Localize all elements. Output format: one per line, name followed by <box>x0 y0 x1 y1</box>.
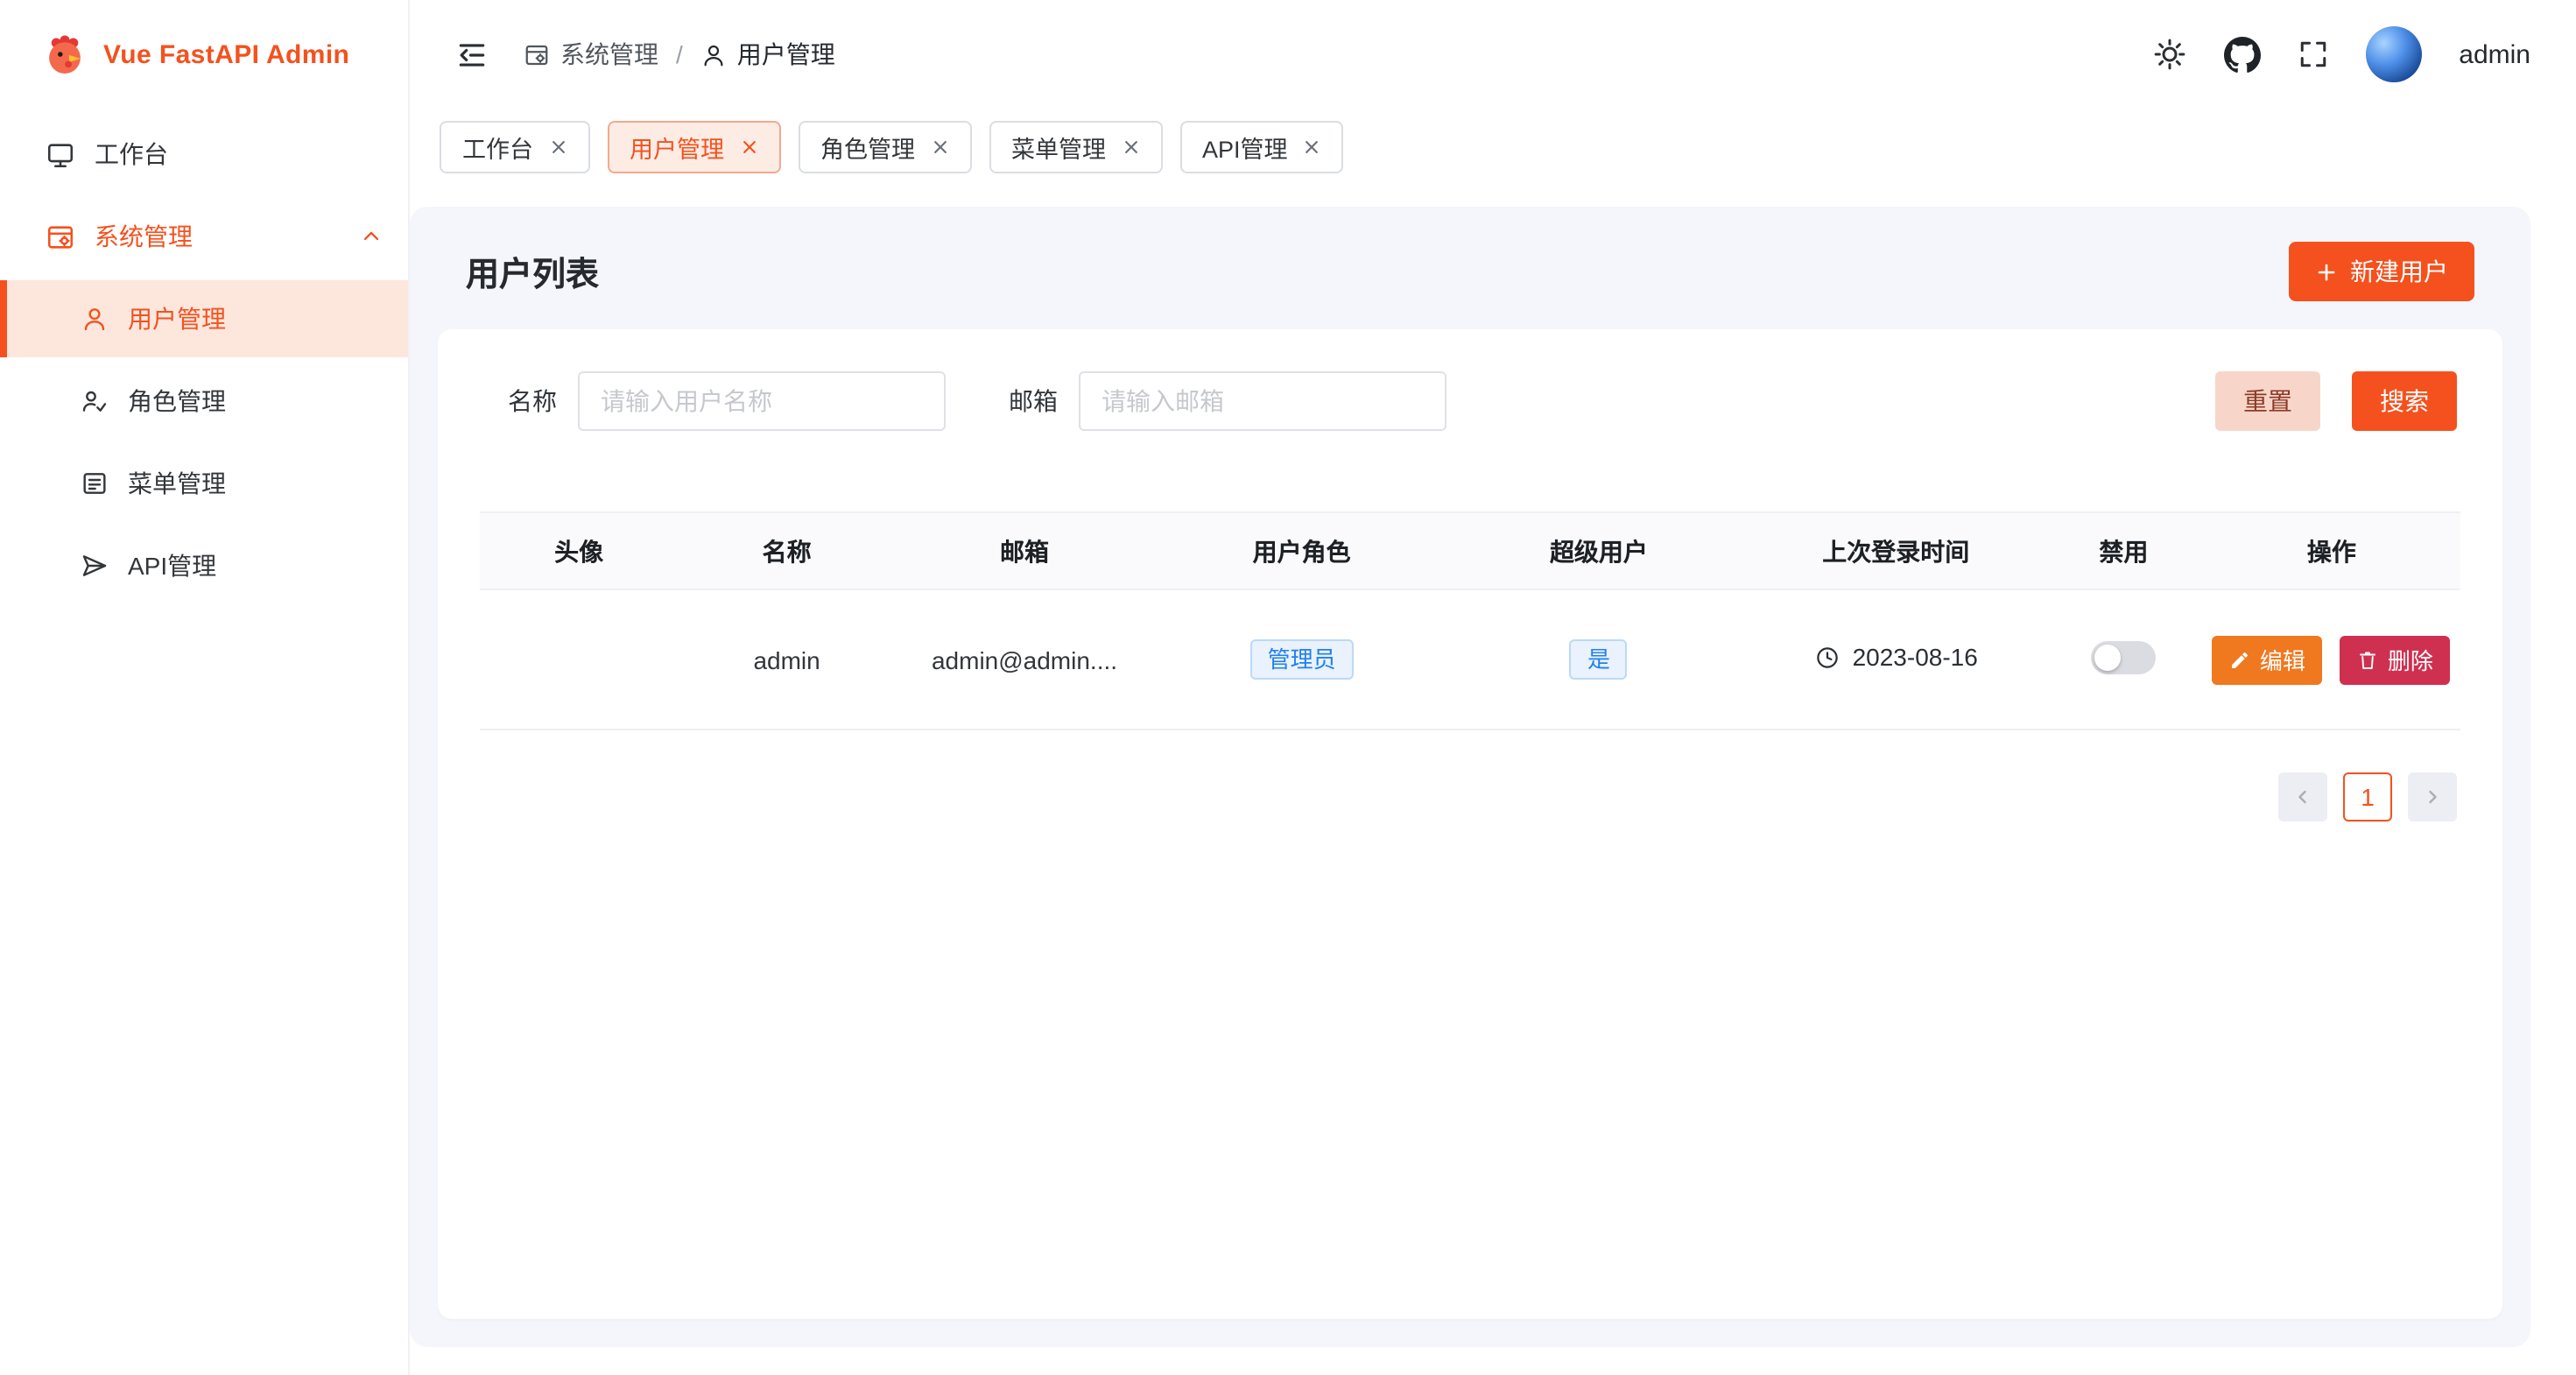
sidebar-item-menus[interactable]: 菜单管理 <box>0 445 408 522</box>
clock-icon <box>1814 645 1841 671</box>
tab-api[interactable]: API管理 <box>1179 121 1344 173</box>
sidebar-item-system[interactable]: 系统管理 <box>0 198 408 275</box>
sidebar-item-label: 工作台 <box>95 137 168 172</box>
user-avatar[interactable] <box>2366 26 2422 82</box>
breadcrumb-item-users[interactable]: 用户管理 <box>700 37 835 72</box>
email-filter-label: 邮箱 <box>1009 384 1058 419</box>
close-icon[interactable] <box>1304 138 1321 156</box>
col-header-actions: 操作 <box>2203 512 2460 589</box>
sidebar-item-api[interactable]: API管理 <box>0 527 408 604</box>
trash-icon <box>2358 649 2379 670</box>
tab-workbench[interactable]: 工作台 <box>440 121 589 173</box>
github-icon[interactable] <box>2224 36 2261 73</box>
superuser-tag: 是 <box>1570 639 1628 680</box>
pagination: 1 <box>480 772 2460 821</box>
content-panel: 用户列表 新建用户 名称 邮箱 重置 搜索 <box>410 207 2530 1347</box>
tab-roles[interactable]: 角色管理 <box>798 121 971 173</box>
col-header-disabled: 禁用 <box>2045 512 2203 589</box>
col-header-name: 名称 <box>678 512 896 589</box>
sidebar: Vue FastAPI Admin 工作台 系统管理 <box>0 0 410 1375</box>
chevron-right-icon <box>2422 786 2443 807</box>
name-filter-input[interactable] <box>578 371 946 431</box>
tabs-bar: 工作台 用户管理 角色管理 菜单管理 API管理 <box>410 109 2576 186</box>
col-header-role: 用户角色 <box>1153 512 1450 589</box>
close-icon[interactable] <box>740 138 757 156</box>
header-actions: admin <box>2152 26 2530 82</box>
workbench-icon <box>46 139 75 169</box>
sidebar-item-label: 用户管理 <box>128 301 226 336</box>
breadcrumb-separator: / <box>676 40 683 68</box>
close-icon[interactable] <box>549 138 567 156</box>
reset-button[interactable]: 重置 <box>2215 371 2320 431</box>
role-icon <box>81 387 109 415</box>
sidebar-item-label: API管理 <box>128 548 216 583</box>
cell-email: admin@admin.... <box>896 589 1153 730</box>
search-button[interactable]: 搜索 <box>2352 371 2457 431</box>
sidebar-item-label: 角色管理 <box>128 384 226 419</box>
sidebar-item-label: 菜单管理 <box>128 466 226 501</box>
disable-toggle[interactable] <box>2091 640 2156 673</box>
cell-actions: 编辑 删除 <box>2203 589 2460 730</box>
col-header-avatar: 头像 <box>480 512 678 589</box>
pagination-next-button[interactable] <box>2408 772 2457 821</box>
tab-menus[interactable]: 菜单管理 <box>989 121 1162 173</box>
tab-users[interactable]: 用户管理 <box>607 121 780 173</box>
cell-avatar <box>480 589 678 730</box>
system-settings-icon <box>46 222 75 251</box>
cell-superuser: 是 <box>1450 589 1747 730</box>
top-header: 系统管理 / 用户管理 <box>410 0 2576 109</box>
cell-disabled <box>2045 589 2203 730</box>
breadcrumb-item-system[interactable]: 系统管理 <box>524 37 658 72</box>
cell-role: 管理员 <box>1153 589 1450 730</box>
user-icon <box>700 41 727 67</box>
username-label: admin <box>2459 39 2530 69</box>
chevron-up-icon <box>359 224 384 249</box>
users-card: 名称 邮箱 重置 搜索 <box>438 329 2502 1319</box>
sidebar-item-workbench[interactable]: 工作台 <box>0 116 408 193</box>
pagination-page-1[interactable]: 1 <box>2343 772 2392 821</box>
content-area: 用户列表 新建用户 名称 邮箱 重置 搜索 <box>410 186 2576 1375</box>
app-title: Vue FastAPI Admin <box>103 39 349 69</box>
breadcrumb: 系统管理 / 用户管理 <box>524 37 835 72</box>
users-table: 头像 名称 邮箱 用户角色 超级用户 上次登录时间 禁用 操作 <box>480 511 2460 730</box>
col-header-superuser: 超级用户 <box>1450 512 1747 589</box>
plus-icon <box>2315 260 2338 283</box>
filter-bar: 名称 邮箱 重置 搜索 <box>480 371 2460 431</box>
email-filter-input[interactable] <box>1079 371 1446 431</box>
page-title: 用户列表 <box>466 248 599 295</box>
cell-lastlogin: 2023-08-16 <box>1748 589 2045 730</box>
sidebar-collapse-icon[interactable] <box>455 38 489 71</box>
menu-list-icon <box>81 469 109 497</box>
close-icon[interactable] <box>1122 138 1139 156</box>
chicken-logo-icon <box>42 32 88 77</box>
pagination-prev-button[interactable] <box>2278 772 2327 821</box>
sidebar-item-roles[interactable]: 角色管理 <box>0 363 408 440</box>
fullscreen-icon[interactable] <box>2298 39 2329 70</box>
delete-button[interactable]: 删除 <box>2340 635 2451 684</box>
sidebar-menu: 工作台 系统管理 用户管理 <box>0 109 408 610</box>
sidebar-item-label: 系统管理 <box>95 219 193 254</box>
new-user-button[interactable]: 新建用户 <box>2289 242 2474 301</box>
edit-button[interactable]: 编辑 <box>2213 635 2323 684</box>
api-icon <box>81 552 109 580</box>
app-root: Vue FastAPI Admin 工作台 系统管理 <box>0 0 2576 1375</box>
role-tag: 管理员 <box>1250 639 1354 680</box>
table-row: admin admin@admin.... 管理员 是 <box>480 589 2460 730</box>
cell-name: admin <box>678 589 896 730</box>
chevron-left-icon <box>2292 786 2313 807</box>
main-area: 系统管理 / 用户管理 <box>410 0 2576 1375</box>
toggle-knob <box>2094 644 2121 670</box>
sidebar-item-users[interactable]: 用户管理 <box>0 280 408 357</box>
table-header-row: 头像 名称 邮箱 用户角色 超级用户 上次登录时间 禁用 操作 <box>480 512 2460 589</box>
app-logo: Vue FastAPI Admin <box>0 0 408 109</box>
page-header: 用户列表 新建用户 <box>438 224 2502 329</box>
col-header-email: 邮箱 <box>896 512 1153 589</box>
system-settings-icon <box>524 41 550 67</box>
user-icon <box>81 305 109 333</box>
close-icon[interactable] <box>931 138 948 156</box>
col-header-lastlogin: 上次登录时间 <box>1748 512 2045 589</box>
pencil-icon <box>2230 649 2251 670</box>
name-filter-label: 名称 <box>508 384 557 419</box>
theme-toggle-icon[interactable] <box>2152 37 2187 72</box>
